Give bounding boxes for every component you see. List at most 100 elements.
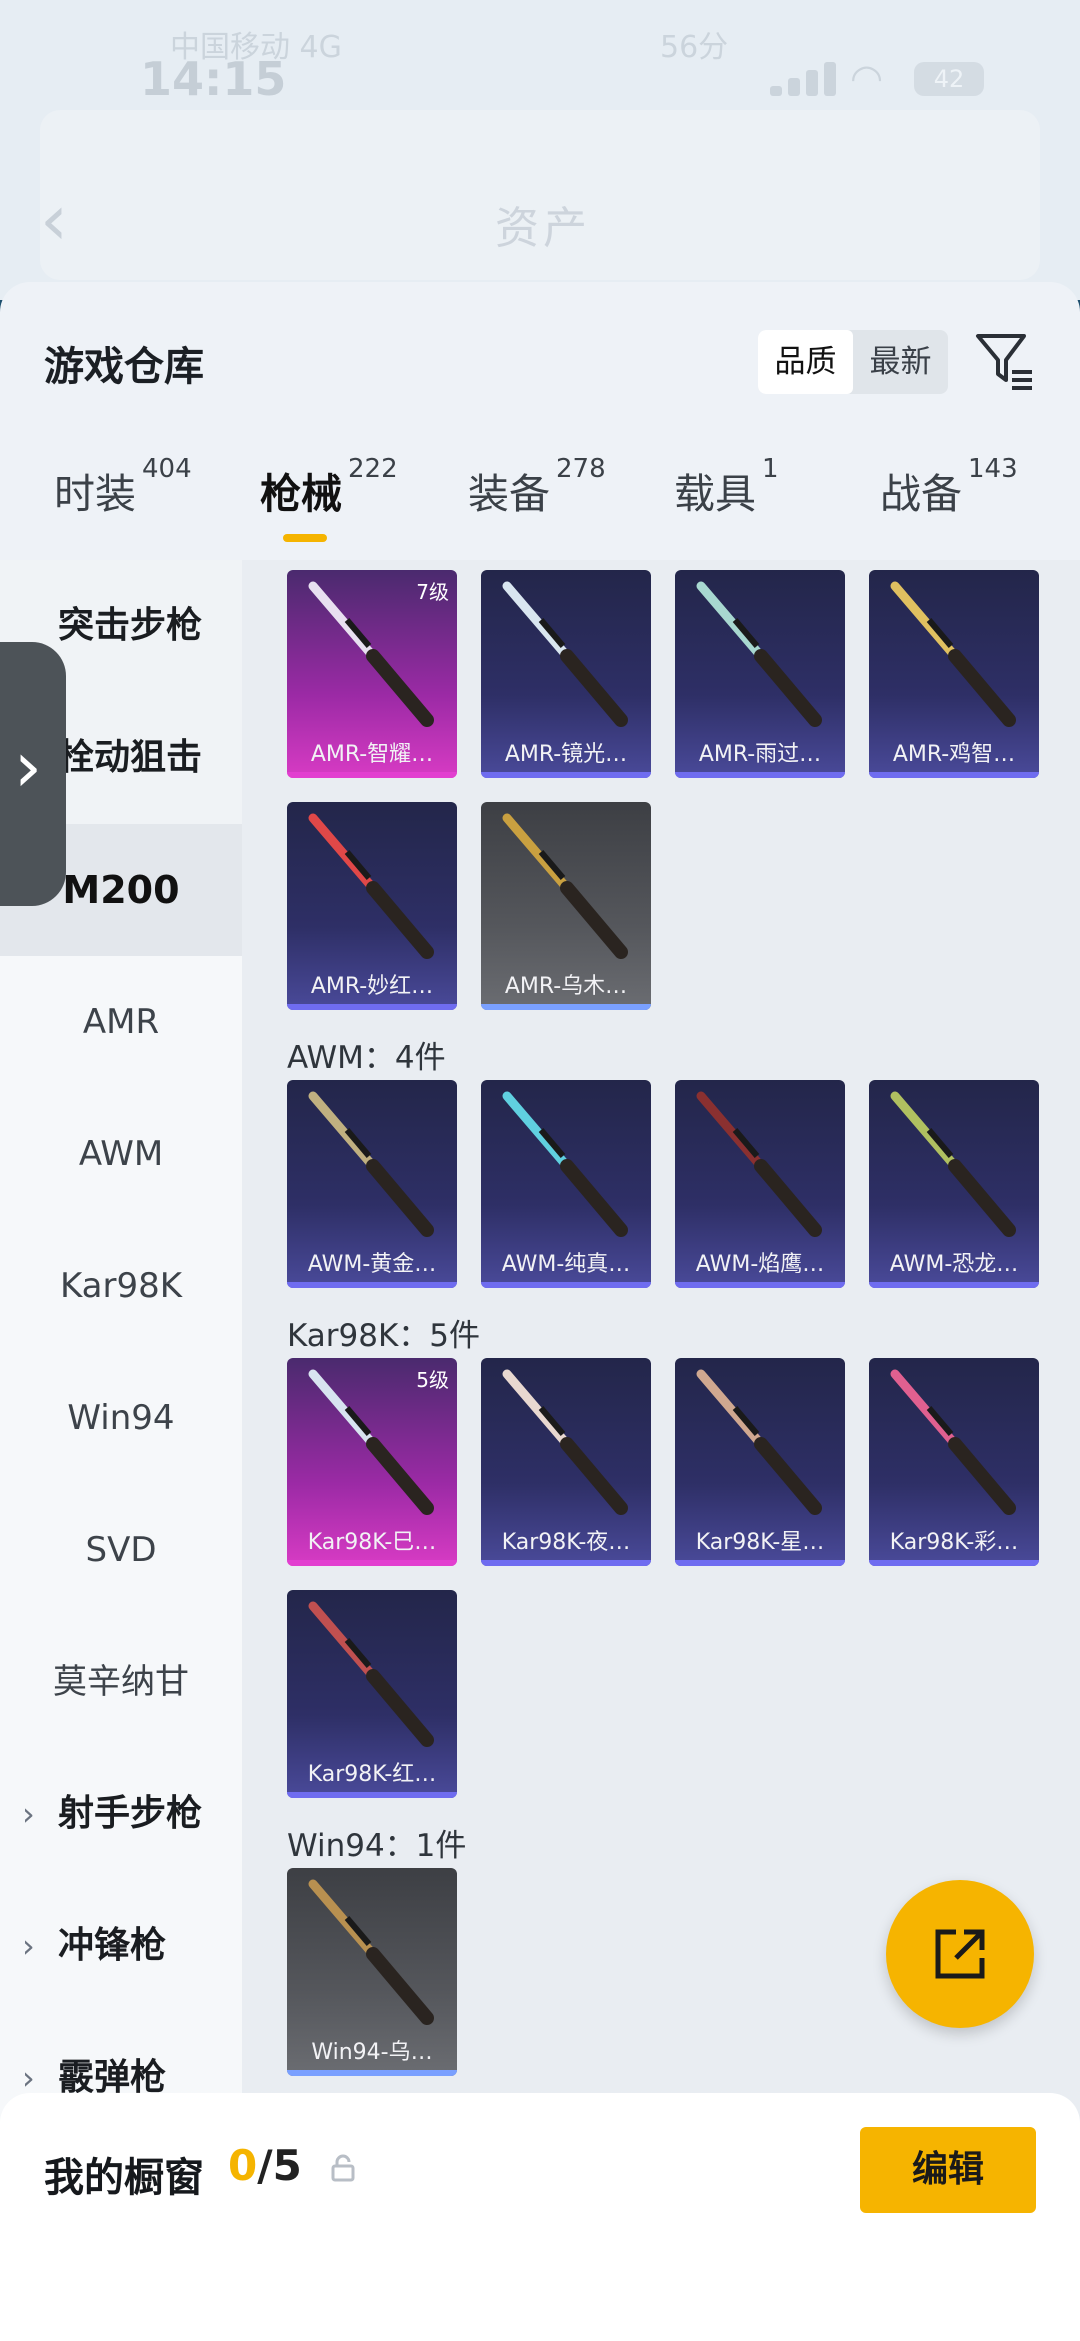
sidebar-item-smg[interactable]: › 冲锋枪 [0,1880,242,2012]
weapon-name: AWM-焰鹰… [695,1252,825,1277]
tab-count: 1 [762,454,779,484]
showcase-bar: 我的橱窗 0/5 编辑 [0,2093,1080,2341]
weapon-card[interactable]: Kar98K-彩… [869,1358,1039,1566]
sidebar-item-label: 莫辛纳甘 [53,1662,189,1702]
rifle-icon [308,1091,434,1237]
sidebar-item-marksman[interactable]: › 射手步枪 [0,1748,242,1880]
sidebar-item-mosin[interactable]: 莫辛纳甘 [0,1616,242,1748]
rarity-bar [869,772,1039,778]
rifle-icon [308,1879,434,2025]
weapon-card[interactable]: AMR-妙红… [287,802,457,1010]
sidebar-item-awm[interactable]: AWM [0,1088,242,1220]
sidebar-item-label: 射手步枪 [58,1793,203,1834]
level-badge: 7级 [416,580,449,604]
rarity-bar [481,1282,651,1288]
weapon-card[interactable]: Kar98K-星… [675,1358,845,1566]
rarity-bar [869,1282,1039,1288]
showcase-current: 0 [228,2141,258,2190]
sidebar-item-label: 冲锋枪 [58,1925,167,1966]
rifle-icon [696,581,822,727]
status-carrier-right: 56分 [660,30,729,65]
weapon-name: AMR-雨过… [698,742,822,767]
sidebar-item-label: AMR [82,1002,160,1042]
sort-newest-button[interactable]: 最新 [853,330,948,394]
sidebar-item-svd[interactable]: SVD [0,1484,242,1616]
chevron-left-icon[interactable]: ‹ [40,185,68,255]
active-tab-indicator [283,534,327,542]
weapon-name: AMR-鸡智… [892,742,1016,767]
weapon-card[interactable]: AMR-镜光… [481,570,651,778]
share-button[interactable] [886,1880,1034,2028]
tab-equipment[interactable]: 装备278 [468,454,606,520]
showcase-title: 我的橱窗 [44,2155,204,2201]
sidebar-expand-handle[interactable]: › [0,642,66,906]
sidebar-item-label: Win94 [67,1398,175,1438]
filter-icon[interactable] [972,328,1036,392]
weapon-card[interactable]: AMR-乌木… [481,802,651,1010]
sidebar-item-label: AWM [78,1134,164,1174]
tab-label: 装备 [468,470,550,518]
rarity-bar [287,772,457,778]
weapon-name: Kar98K-星… [695,1530,825,1555]
rarity-bar [869,1560,1039,1566]
sort-quality-button[interactable]: 品质 [758,330,853,394]
tab-supplies[interactable]: 战备143 [880,454,1018,520]
section-label: AWM：4件 [287,1040,446,1076]
sort-toggle: 品质 最新 [758,330,948,394]
sidebar-item-label: SVD [85,1530,157,1570]
chevron-right-icon: › [22,1795,35,1833]
wifi-icon: ◠ [850,56,884,100]
weapon-name: AMR-妙红… [310,974,434,999]
weapon-name: AMR-智耀… [310,742,434,767]
rifle-icon [502,1369,628,1515]
tab-count: 143 [968,454,1018,484]
sidebar-item-label: 栓动狙击 [58,737,203,778]
tab-vehicles[interactable]: 载具1 [674,454,779,520]
rifle-icon [890,581,1016,727]
rifle-icon [696,1369,822,1515]
showcase-count: 0/5 [228,2141,302,2190]
battery-icon: 42 [914,62,984,96]
weapon-card[interactable]: AWM-恐龙… [869,1080,1039,1288]
weapon-card[interactable]: AWM-纯真… [481,1080,651,1288]
category-tabs: 时装404 枪械222 装备278 载具1 战备143 [0,454,1080,560]
sidebar-item-kar98k[interactable]: Kar98K [0,1220,242,1352]
tab-label: 载具 [674,470,756,518]
rarity-bar [675,772,845,778]
showcase-total: /5 [257,2141,302,2190]
tab-count: 404 [142,454,192,484]
weapon-card[interactable]: Kar98K-夜… [481,1358,651,1566]
weapon-name: Win94-乌… [311,2040,433,2065]
edit-button[interactable]: 编辑 [860,2127,1036,2213]
tab-label: 枪械 [260,470,342,518]
weapon-card[interactable]: AWM-黄金… [287,1080,457,1288]
sidebar-item-win94[interactable]: Win94 [0,1352,242,1484]
sidebar-item-amr[interactable]: AMR [0,956,242,1088]
chevron-right-icon: › [22,1927,35,1965]
weapon-name: Kar98K-红… [307,1762,437,1787]
sidebar-item-label: 霰弹枪 [58,2057,167,2098]
tab-count: 278 [556,454,606,484]
chevron-right-icon: › [14,726,42,808]
weapon-card[interactable]: Kar98K-红… [287,1590,457,1798]
tab-fashion[interactable]: 时装404 [54,454,192,520]
weapon-name: Kar98K-彩… [889,1530,1019,1555]
rifle-icon [502,1091,628,1237]
rifle-icon [502,813,628,959]
weapon-card[interactable]: AWM-焰鹰… [675,1080,845,1288]
rifle-icon [890,1091,1016,1237]
tab-label: 战备 [880,470,962,518]
weapon-name: Kar98K-巳… [307,1530,437,1555]
status-bar: 14:15 中国移动 4G 56分 ◠ 42 [0,0,1080,120]
rifle-icon [890,1369,1016,1515]
weapon-card[interactable]: 5级 Kar98K-巳… [287,1358,457,1566]
weapon-card[interactable]: Win94-乌… [287,1868,457,2076]
tab-guns[interactable]: 枪械222 [260,454,398,520]
weapon-card[interactable]: 7级 AMR-智耀… [287,570,457,778]
warehouse-title: 游戏仓库 [44,344,204,390]
weapon-card[interactable]: AMR-雨过… [675,570,845,778]
rarity-bar [287,2070,457,2076]
weapon-grid: 7级 AMR-智耀… AMR-镜光… AMR-雨过… AMR-鸡智… AMR-妙红… AMR… [242,560,1080,2341]
status-carrier: 中国移动 4G [170,30,342,65]
weapon-card[interactable]: AMR-鸡智… [869,570,1039,778]
